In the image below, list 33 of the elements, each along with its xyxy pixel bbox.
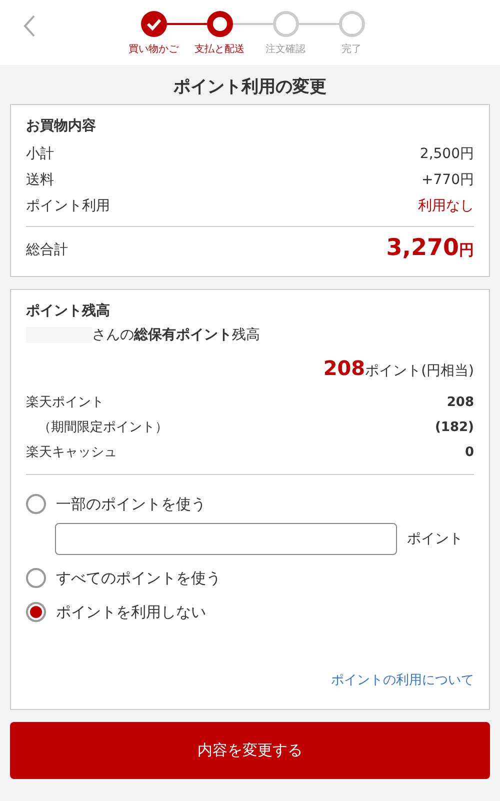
step-label: 注文確認 [266,42,306,56]
total-label: 総合計 [26,240,68,260]
point-label: 楽天ポイント [26,394,104,412]
points-input[interactable] [55,523,397,555]
row-value: 利用なし [418,197,474,216]
point-label: （期間限定ポイント） [37,419,168,437]
point-value: (182) [434,419,474,437]
radio-button[interactable] [26,494,46,514]
row-label: 送料 [26,171,54,190]
row-label: 小計 [26,145,54,164]
option-label: 一部のポイントを使う [56,494,206,514]
unit-label: ポイント [407,530,463,548]
point-value: 0 [464,444,474,462]
row-label: ポイント利用 [26,197,110,216]
point-value: 208 [446,394,474,412]
total-amount: 3,270円 [386,235,474,263]
row-value: +770円 [422,171,474,190]
point-label: 楽天キャッシュ [26,444,117,462]
help-link[interactable]: ポイントの利用について [331,673,474,688]
step-label: 完了 [342,42,362,56]
section-heading: ポイント残高 [26,302,111,320]
balance-caption: さんの総保有ポイント残高 [92,326,260,344]
page-title: ポイント利用の変更 [172,76,328,99]
radio-button[interactable] [26,602,46,622]
option-label: すべてのポイントを使う [56,568,221,588]
back-icon[interactable] [22,14,36,38]
option-label: ポイントを利用しない [56,602,206,622]
radio-button[interactable] [26,568,46,588]
step-label: 買い物かご [128,43,178,56]
step-label: 支払と配送 [194,42,244,56]
submit-button[interactable]: 内容を変更する [10,722,490,779]
section-heading: お買物内容 [26,117,97,135]
row-value: 2,500円 [420,145,474,164]
